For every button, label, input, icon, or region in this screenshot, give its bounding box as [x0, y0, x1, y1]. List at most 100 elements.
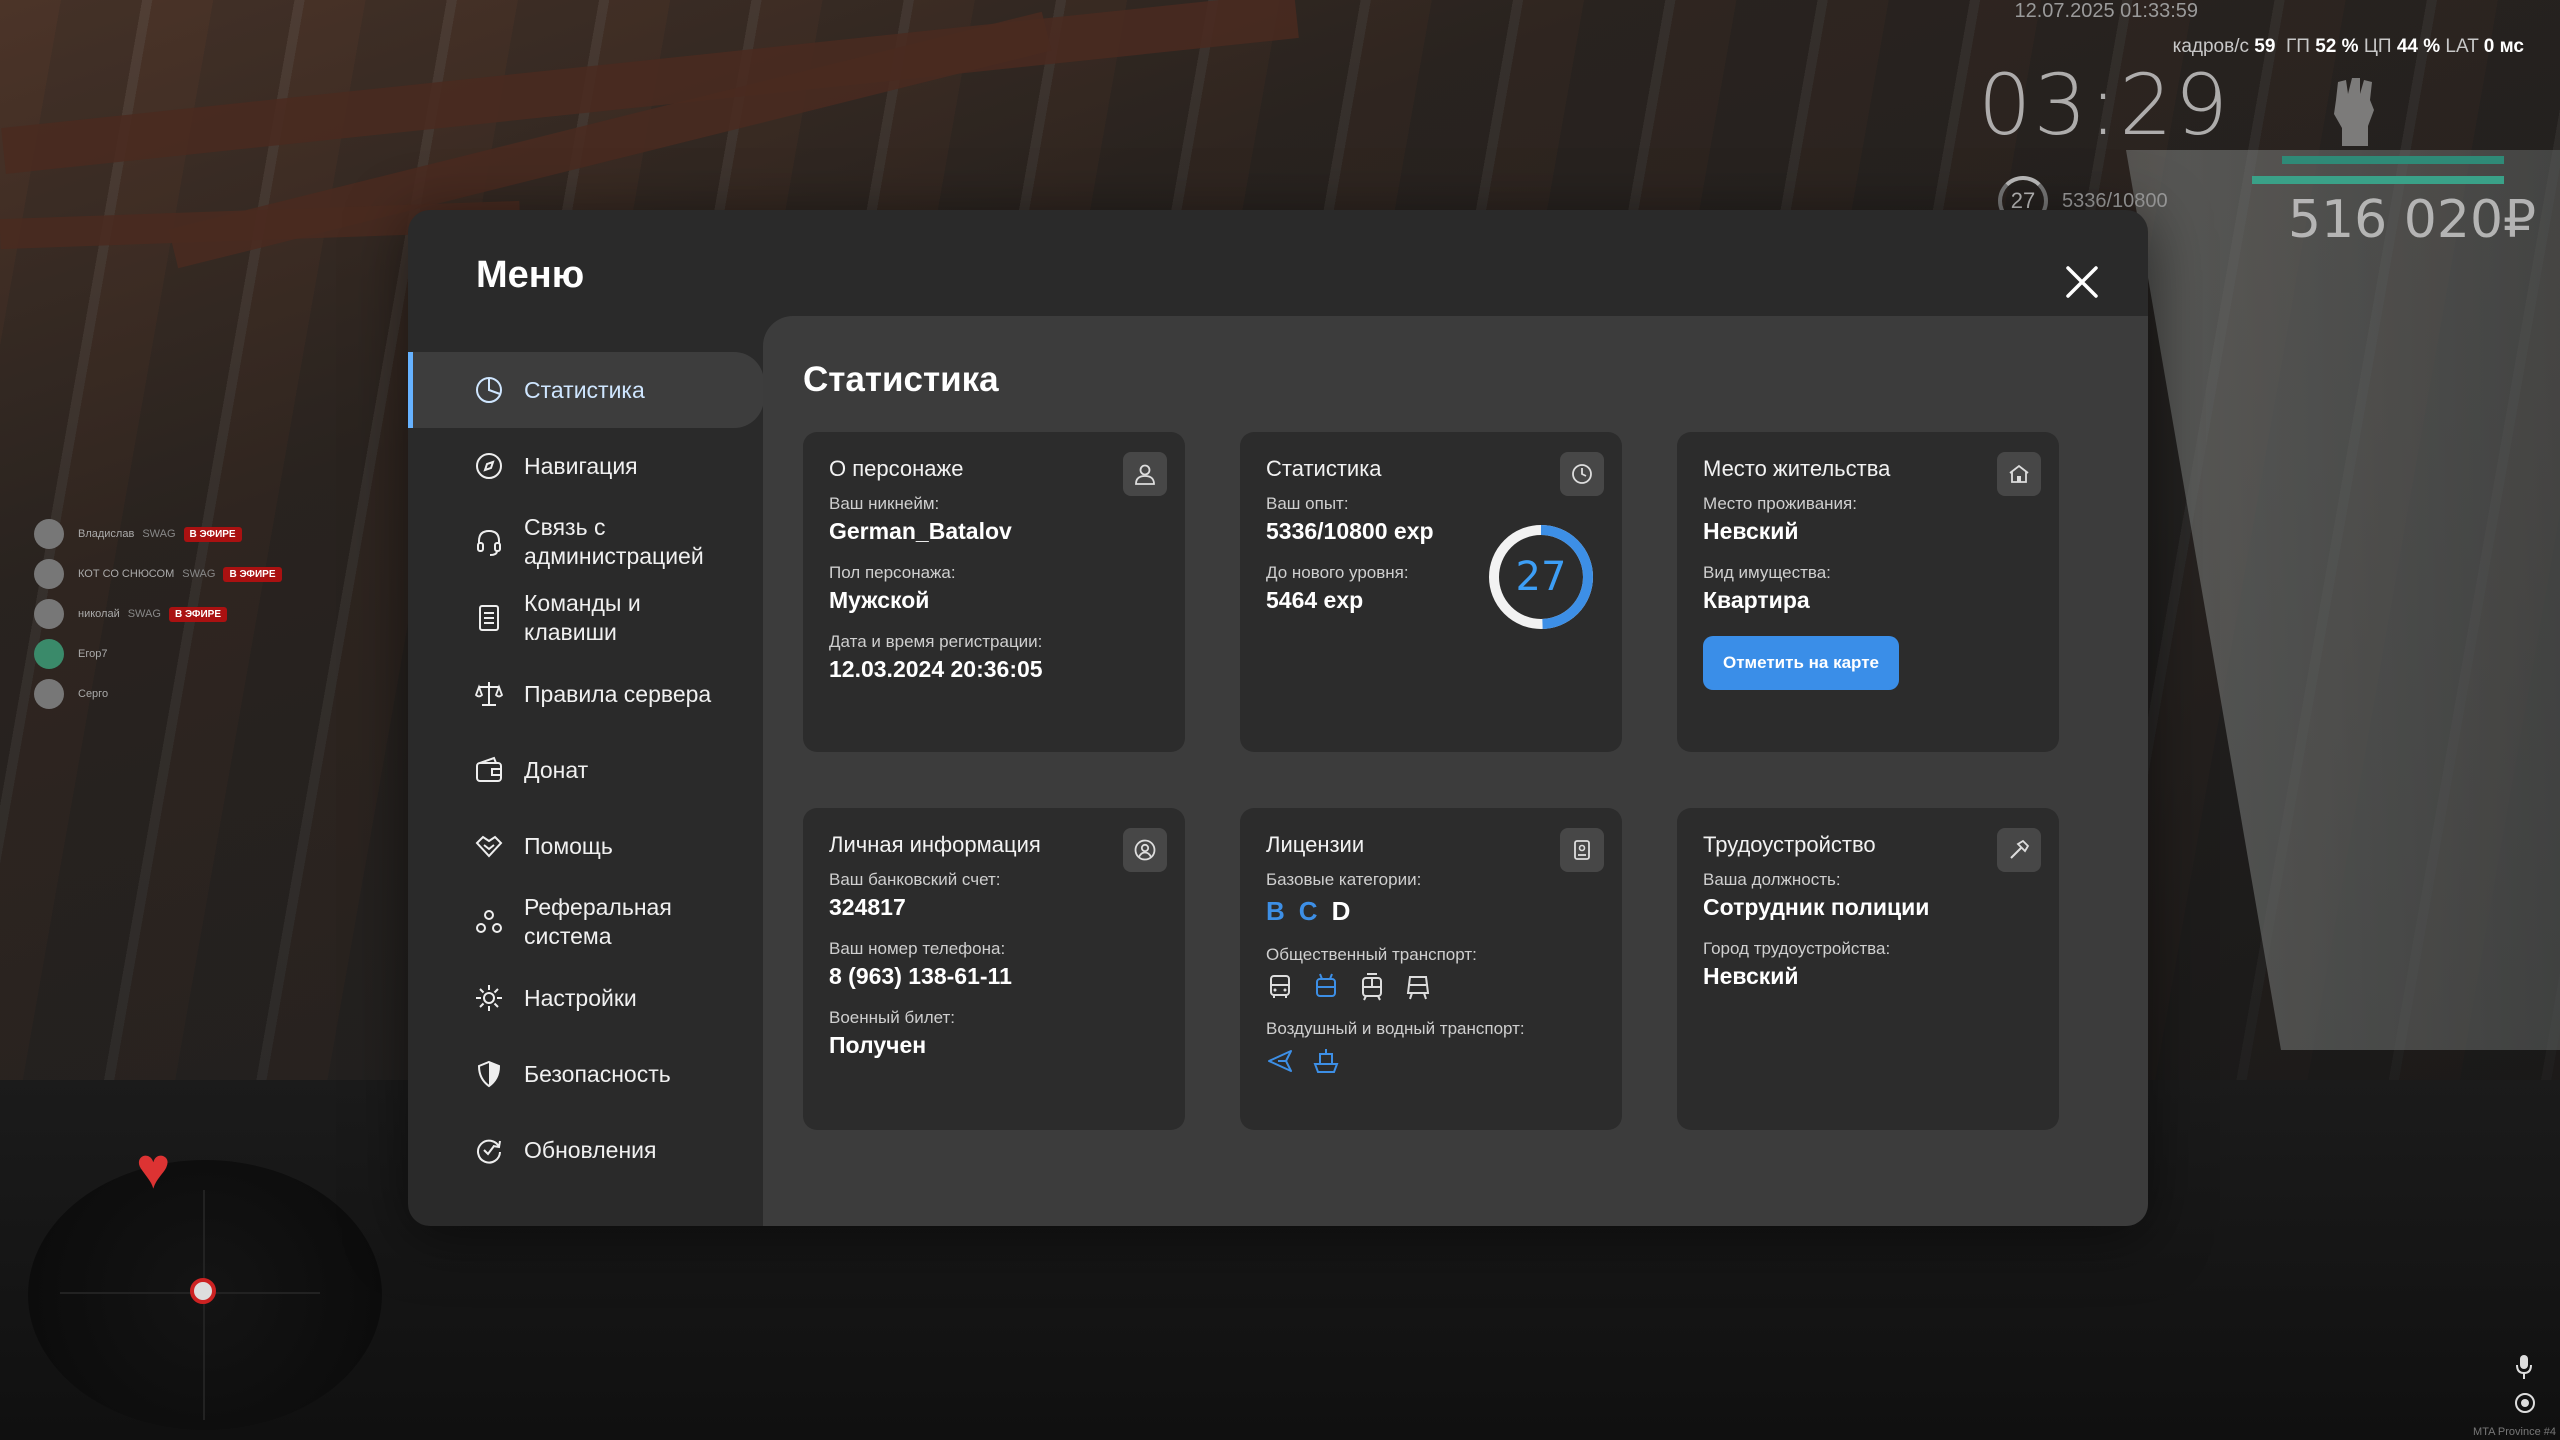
air-water-label: Воздушный и водный транспорт:: [1266, 1019, 1525, 1038]
sidebar-item-security[interactable]: Безопасность: [408, 1036, 764, 1112]
public-transport-label: Общественный транспорт:: [1266, 945, 1477, 964]
sidebar-item-label: Настройки: [524, 984, 637, 1011]
hammer-icon: [1997, 828, 2041, 872]
live-badge: В ЭФИРЕ: [223, 566, 282, 582]
airplane-icon: [1266, 1047, 1294, 1075]
sidebar-item-settings[interactable]: Настройки: [408, 960, 764, 1036]
sidebar-item-admin-contact[interactable]: Связь с администрацией: [408, 504, 764, 580]
content-panel: Статистика О персонаже Ваш никнейм: Germ…: [763, 316, 2148, 1226]
server-label: MTA Province #4: [2473, 1426, 2556, 1438]
document-icon: [474, 603, 504, 633]
wallet-icon: [474, 755, 504, 785]
minimap-crosshair: [203, 1190, 205, 1420]
menu-title: Меню: [476, 254, 585, 296]
sidebar-item-commands[interactable]: Команды и клавиши: [408, 580, 764, 656]
license-category: B: [1266, 896, 1285, 926]
shield-icon: [474, 1059, 504, 1089]
gender-label: Пол персонажа:: [829, 563, 956, 582]
sidebar-item-navigation[interactable]: Навигация: [408, 428, 764, 504]
sidebar-item-label: Донат: [524, 756, 589, 783]
voice-name: николай: [78, 608, 120, 620]
card-title: Место жительства: [1703, 456, 1891, 481]
sidebar: Статистика Навигация Связь с администрац…: [408, 352, 764, 1188]
reg-value: 12.03.2024 20:36:05: [829, 656, 1043, 682]
avatar: [34, 519, 64, 549]
voice-row: Владислав SWAG В ЭФИРЕ: [34, 514, 282, 554]
level-value: 27: [1515, 554, 1567, 600]
license-categories: B C D: [1266, 896, 1596, 927]
card-character: О персонаже Ваш никнейм: German_Batalov …: [803, 432, 1185, 752]
sidebar-item-statistics[interactable]: Статистика: [408, 352, 764, 428]
people-icon: [474, 907, 504, 937]
handshake-icon: [474, 831, 504, 861]
gear-icon: [474, 983, 504, 1013]
military-label: Военный билет:: [829, 1008, 956, 1027]
exp-label: Ваш опыт:: [1266, 494, 1349, 513]
hud-clock: 03:29: [1978, 56, 2231, 154]
job-city-value: Невский: [1703, 963, 1799, 989]
public-transport-icons: [1266, 973, 1596, 1001]
card-personal-info: Личная информация Ваш банковский счет: 3…: [803, 808, 1185, 1130]
microphone-icon: [2514, 1354, 2534, 1380]
gender-value: Мужской: [829, 587, 930, 613]
sidebar-item-label: Навигация: [524, 452, 638, 479]
tram-icon: [1358, 973, 1386, 1001]
card-statistics: Статистика Ваш опыт: 5336/10800 exp До н…: [1240, 432, 1622, 752]
sidebar-item-donate[interactable]: Донат: [408, 732, 764, 808]
user-circle-icon: [1123, 828, 1167, 872]
voice-tag: SWAG: [142, 528, 176, 540]
sidebar-item-label: Реферальная система: [524, 894, 672, 949]
user-icon: [1123, 452, 1167, 496]
player-marker-icon: [190, 1278, 216, 1304]
compass-icon: [474, 451, 504, 481]
nick-label: Ваш никнейм:: [829, 494, 940, 513]
page-title: Статистика: [803, 360, 999, 399]
license-category: D: [1331, 896, 1351, 926]
avatar: [34, 679, 64, 709]
mark-on-map-button[interactable]: Отметить на карте: [1703, 636, 1899, 690]
sidebar-item-label: Обновления: [524, 1136, 657, 1163]
base-categories-label: Базовые категории:: [1266, 870, 1422, 889]
card-licenses: Лицензии Базовые категории: B C D Общест…: [1240, 808, 1622, 1130]
card-title: Лицензии: [1266, 832, 1365, 857]
menu-window: Меню Статистика Навигация Связь с админи…: [408, 210, 2148, 1226]
sidebar-item-referral[interactable]: Реферальная система: [408, 884, 764, 960]
avatar: [34, 559, 64, 589]
hud-performance: кадров/с 59 ГП 52 % ЦП 44 % LAT 0 мс: [2172, 36, 2524, 57]
avatar: [34, 639, 64, 669]
property-value: Квартира: [1703, 587, 1810, 613]
sidebar-item-label: Статистика: [524, 376, 645, 403]
phone-label: Ваш номер телефона:: [829, 939, 1006, 958]
sidebar-item-updates[interactable]: Обновления: [408, 1112, 764, 1188]
voice-row: Серго: [34, 674, 282, 714]
place-label: Место проживания:: [1703, 494, 1857, 513]
voice-tag: SWAG: [182, 568, 216, 580]
avatar: [34, 599, 64, 629]
property-label: Вид имущества:: [1703, 563, 1831, 582]
sidebar-item-rules[interactable]: Правила сервера: [408, 656, 764, 732]
place-value: Невский: [1703, 518, 1799, 544]
close-button[interactable]: [2062, 262, 2102, 302]
hud-money: 516 020₽: [2288, 190, 2537, 250]
sidebar-item-help[interactable]: Помощь: [408, 808, 764, 884]
sidebar-item-label: Помощь: [524, 832, 613, 859]
job-city-label: Город трудоустройства:: [1703, 939, 1891, 958]
phone-value: 8 (963) 138-61-11: [829, 963, 1012, 989]
card-title: Трудоустройство: [1703, 832, 1876, 857]
sidebar-item-label: Команды и клавиши: [524, 590, 641, 645]
voice-name: Владислав: [78, 528, 135, 540]
bank-value: 324817: [829, 894, 906, 920]
trolleybus-icon: [1312, 973, 1340, 1001]
sidebar-item-label: Правила сервера: [524, 680, 712, 707]
health-bar: [2282, 156, 2504, 164]
nick-value: German_Batalov: [829, 518, 1012, 544]
voice-name: Егор7: [78, 648, 108, 660]
reg-label: Дата и время регистрации:: [829, 632, 1043, 651]
live-badge: В ЭФИРЕ: [168, 606, 227, 622]
bank-label: Ваш банковский счет:: [829, 870, 1001, 889]
sidebar-item-label: Безопасность: [524, 1060, 671, 1087]
armor-bar: [2252, 176, 2504, 184]
refresh-check-icon: [474, 1135, 504, 1165]
military-value: Получен: [829, 1032, 927, 1058]
voice-name: КОТ СО СНЮСОМ: [78, 568, 175, 580]
